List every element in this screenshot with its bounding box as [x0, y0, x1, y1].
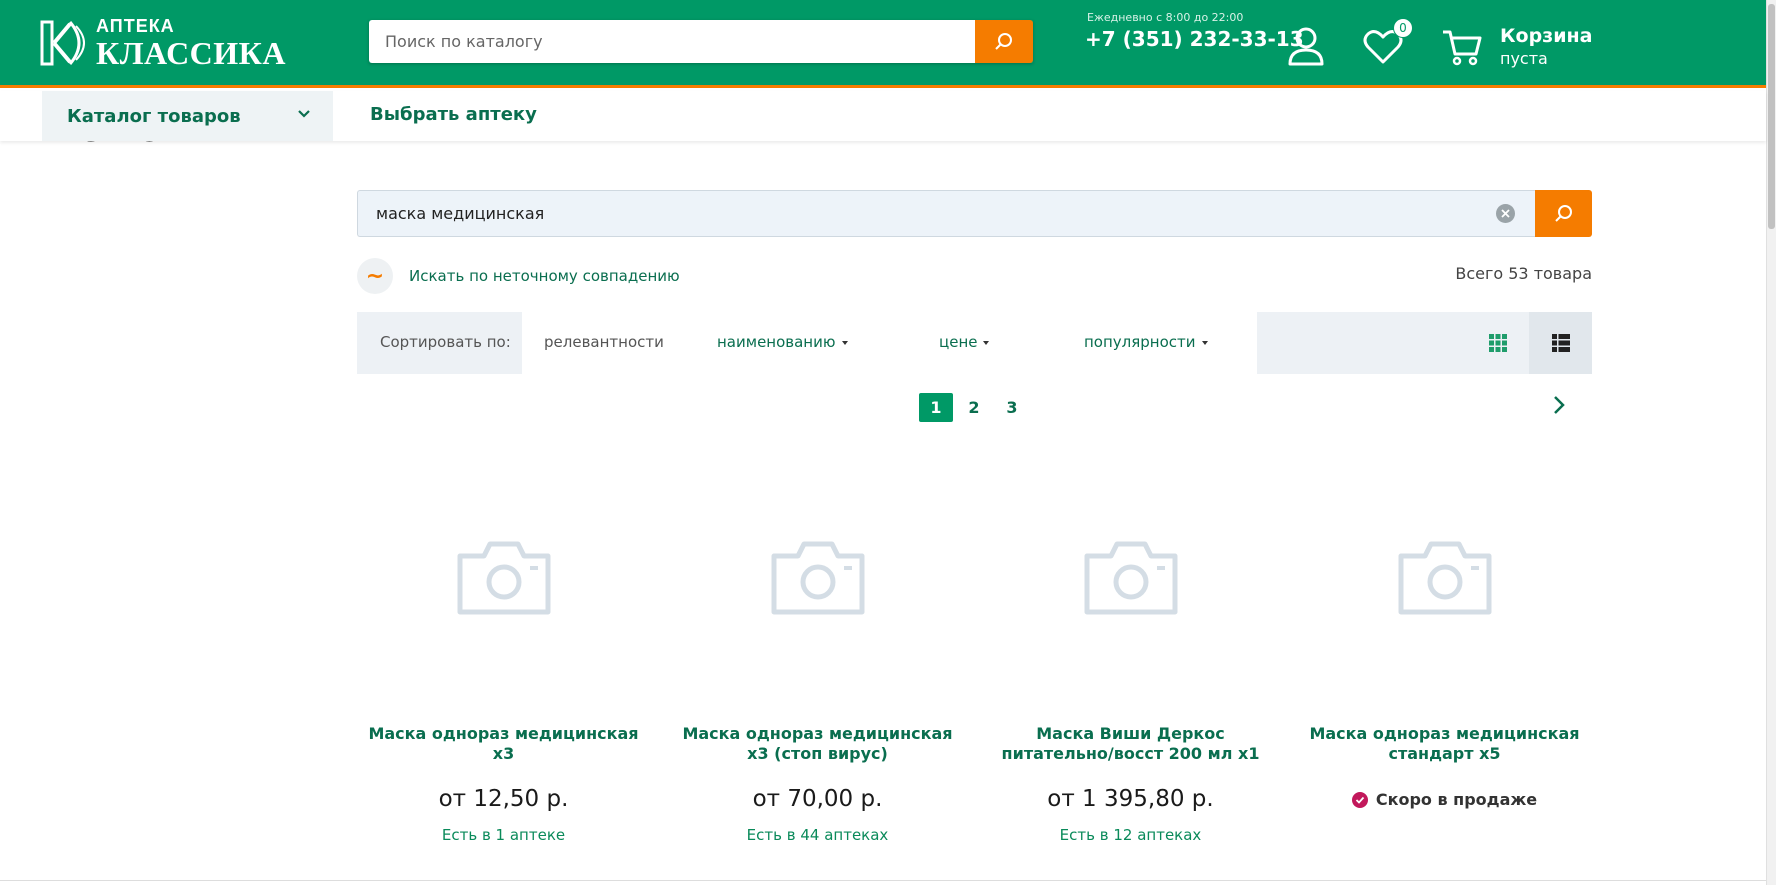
- next-page-button[interactable]: [1552, 395, 1566, 419]
- caret-down-icon: [1201, 340, 1208, 345]
- scrollbar-thumb[interactable]: [1768, 4, 1775, 229]
- catalog-label: Каталог товаров: [67, 105, 241, 127]
- logo-icon: [40, 16, 92, 70]
- page: АПТЕКА КЛАССИКА Ежедневно с 8:00 до 22:0…: [0, 0, 1776, 885]
- site-header: АПТЕКА КЛАССИКА Ежедневно с 8:00 до 22:0…: [0, 0, 1766, 88]
- sort-popularity-label: популярности: [1084, 333, 1196, 351]
- camera-icon: [1398, 541, 1491, 615]
- scrollbar[interactable]: [1766, 0, 1776, 885]
- sort-name-label: наименованию: [717, 333, 836, 351]
- main-search: [357, 190, 1592, 237]
- sort-name[interactable]: наименованию: [717, 333, 848, 351]
- logo-big-text: КЛАССИКА: [96, 35, 286, 71]
- list-view-button[interactable]: [1529, 312, 1592, 374]
- page-3[interactable]: 3: [995, 393, 1029, 422]
- choose-pharmacy-link[interactable]: Выбрать аптеку: [370, 104, 537, 125]
- product-name[interactable]: Маска Виши Деркос питательно/восст 200 м…: [988, 724, 1273, 764]
- product-name[interactable]: Маска однораз медицинская х3 (стоп вирус…: [675, 724, 960, 764]
- fuzzy-search-toggle[interactable]: ~ Искать по неточному совпадению: [357, 258, 680, 294]
- product-card[interactable]: Маска однораз медицинская х3 от 12,50 р.…: [361, 540, 646, 844]
- clear-search-button[interactable]: [1496, 204, 1515, 223]
- page-1[interactable]: 1: [919, 393, 953, 422]
- coming-soon-status: Скоро в продаже: [1302, 790, 1587, 809]
- catalog-button[interactable]: Каталог товаров: [42, 91, 333, 141]
- logo[interactable]: АПТЕКА КЛАССИКА: [40, 16, 286, 70]
- product-price: от 70,00 р.: [752, 786, 883, 812]
- header-search-button[interactable]: [975, 20, 1033, 63]
- header-search-input[interactable]: [369, 20, 975, 63]
- camera-icon: [771, 541, 864, 615]
- grid-view-button[interactable]: [1467, 312, 1529, 374]
- product-name[interactable]: Маска однораз медицинская стандарт х5: [1302, 724, 1587, 764]
- coming-soon-label: Скоро в продаже: [1375, 790, 1538, 809]
- sort-relevance[interactable]: релевантности: [544, 333, 664, 351]
- caret-down-icon: [841, 340, 848, 345]
- working-hours: Ежедневно с 8:00 до 22:00: [1087, 11, 1244, 24]
- product-card[interactable]: Маска Виши Деркос питательно/восст 200 м…: [988, 540, 1273, 844]
- camera-icon: [1084, 541, 1177, 615]
- favorites-count-badge: 0: [1393, 18, 1413, 38]
- sort-popularity[interactable]: популярности: [1084, 333, 1208, 351]
- main-search-box: [357, 190, 1535, 237]
- pagination: 1 2 3: [919, 393, 1033, 422]
- nav-bar: Каталог товаров Выбрать аптеку: [0, 91, 1766, 141]
- sort-price[interactable]: цене: [939, 333, 990, 351]
- header-search: [369, 20, 1033, 63]
- results-total: Всего 53 товара: [1455, 264, 1592, 283]
- product-card[interactable]: Маска однораз медицинская х3 (стоп вирус…: [675, 540, 960, 844]
- divider: [0, 880, 1766, 881]
- tilde-icon: ~: [357, 258, 393, 294]
- sort-bar: Сортировать по: релевантности наименован…: [357, 312, 1592, 374]
- chevron-down-icon: [298, 110, 310, 118]
- product-price: от 12,50 р.: [438, 786, 569, 812]
- search-icon: [1554, 204, 1572, 222]
- search-icon: [995, 32, 1012, 50]
- logo-small-text: АПТЕКА: [96, 16, 175, 36]
- caret-down-icon: [983, 340, 990, 345]
- fuzzy-search-label: Искать по неточному совпадению: [409, 267, 680, 285]
- check-circle-icon: [1351, 791, 1368, 808]
- camera-icon: [457, 541, 550, 615]
- grid-view-icon: [1489, 334, 1507, 352]
- main-search-input[interactable]: [358, 191, 1535, 236]
- product-name[interactable]: Маска однораз медицинская х3: [361, 724, 646, 764]
- cart-icon[interactable]: [1440, 24, 1484, 68]
- close-icon: [1501, 209, 1510, 218]
- product-availability[interactable]: Есть в 1 аптеке: [361, 826, 646, 844]
- sort-label: Сортировать по:: [380, 333, 511, 351]
- product-card[interactable]: Маска однораз медицинская стандарт х5 Ск…: [1302, 540, 1587, 809]
- user-icon[interactable]: [1284, 24, 1328, 68]
- cart-status: пуста: [1500, 49, 1548, 68]
- product-availability[interactable]: Есть в 12 аптеках: [988, 826, 1273, 844]
- cart-title[interactable]: Корзина: [1500, 25, 1593, 47]
- main-search-button[interactable]: [1535, 190, 1592, 237]
- chevron-right-icon: [1554, 396, 1565, 414]
- sort-options: релевантности наименованию цене популярн…: [522, 312, 1257, 374]
- sort-price-label: цене: [939, 333, 978, 351]
- list-view-icon: [1551, 334, 1570, 352]
- phone-link[interactable]: +7 (351) 232-33-13: [1085, 27, 1304, 51]
- product-availability[interactable]: Есть в 44 аптеках: [675, 826, 960, 844]
- page-2[interactable]: 2: [957, 393, 991, 422]
- product-price: от 1 395,80 р.: [1047, 786, 1214, 812]
